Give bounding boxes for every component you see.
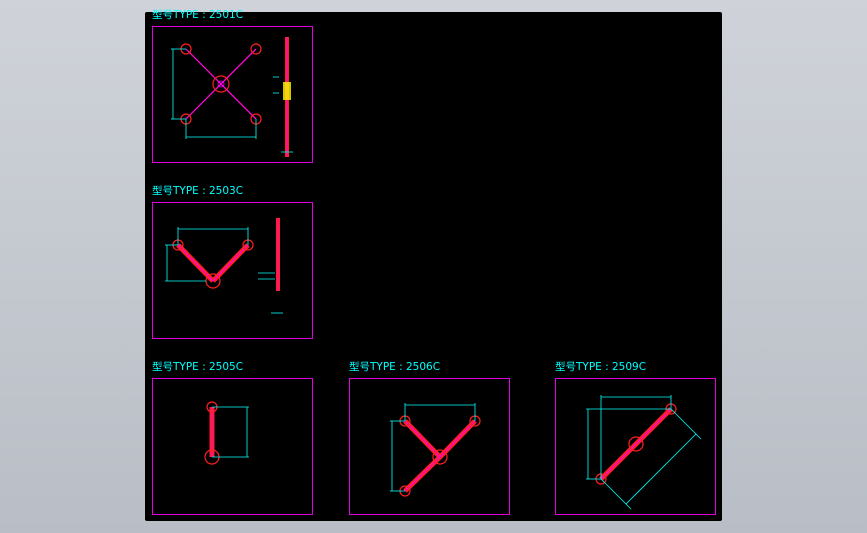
spider-fitting-2503c <box>165 218 283 314</box>
frame-2506c[interactable] <box>349 378 510 515</box>
frame-2501c[interactable] <box>152 26 313 163</box>
spider-fitting-2505c <box>204 401 249 465</box>
frame-2509c[interactable] <box>555 378 716 515</box>
spider-fitting-2509c <box>586 395 702 510</box>
title-2501c: 型号TYPE : 2501C <box>152 9 244 21</box>
frame-2505c[interactable] <box>152 378 313 515</box>
title-2506c: 型号TYPE : 2506C <box>349 361 441 373</box>
title-2509c: 型号TYPE : 2509C <box>555 361 647 373</box>
frame-2503c[interactable] <box>152 202 313 339</box>
drawing-sheet: 型号TYPE : 2501C 型号TYPE: 2503C 型号TYPE: 2… <box>145 9 722 521</box>
spider-fitting-2506c <box>390 403 481 497</box>
title-2503c: 型号TYPE : 2503C <box>152 185 244 197</box>
spider-fitting-2501c <box>171 37 293 157</box>
title-2505c: 型号TYPE : 2505C <box>152 361 244 373</box>
